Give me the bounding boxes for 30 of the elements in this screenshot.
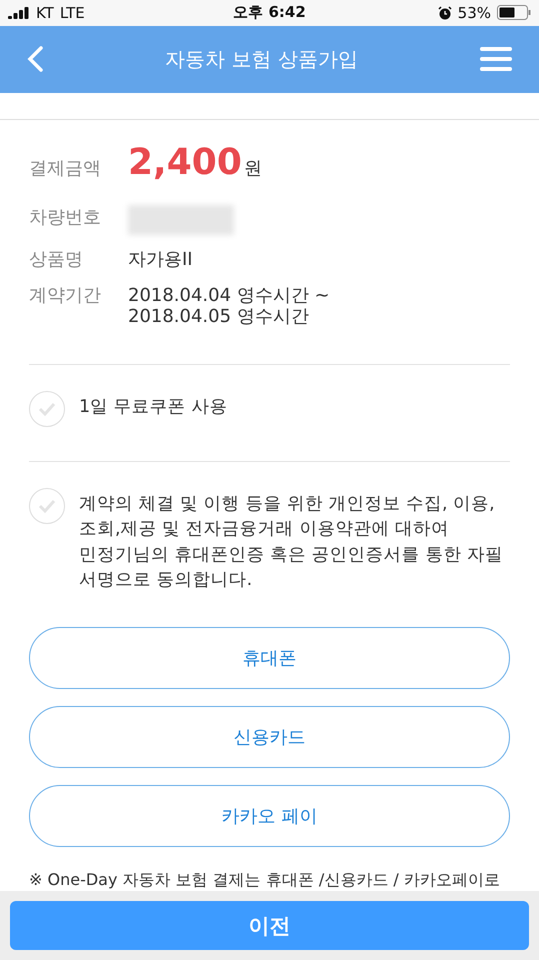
previous-button[interactable]: 이전 — [10, 901, 529, 950]
option-label: 1일 무료쿠폰 사용 — [79, 396, 228, 419]
contract-period-line: 2018.04.04 영수시간 ~ — [128, 284, 331, 306]
payment-note: ※ One-Day 자동차 보험 결제는 휴대폰 /신용카드 / 카카오페이로 — [29, 870, 501, 892]
clock-time: 오후 6:42 — [233, 3, 306, 22]
option-label: 계약의 체결 및 이행 등을 위한 개인정보 수집, 이용, 조회,제공 및 전자금융거래 이용약관에 대하여 민정기님의 휴대폰인증 혹은 공인인증서를 통한 자필 서명으로 동의합니다. — [79, 492, 504, 592]
field-label: 결제금액 — [29, 156, 102, 180]
payment-method-button[interactable]: 휴대폰 — [29, 627, 510, 690]
field-value: 자가용II — [128, 248, 194, 270]
checkbox[interactable] — [29, 390, 65, 427]
battery-icon — [497, 5, 532, 20]
field-label: 차량번호 — [29, 206, 102, 229]
checkmark-icon — [38, 498, 56, 513]
carrier-text: KT — [36, 4, 54, 22]
field-label: 상품명 — [29, 248, 84, 271]
payment-method-button[interactable]: 카카오 페이 — [29, 785, 510, 848]
menu-button[interactable] — [479, 46, 513, 72]
currency-unit: 원 — [244, 156, 262, 180]
payment-amount: 2,400 — [128, 142, 242, 183]
payment-method-button[interactable]: 신용카드 — [29, 706, 510, 768]
contract-period-line: 2018.04.05 영수시간 — [128, 306, 310, 328]
checkbox[interactable] — [29, 488, 65, 524]
checkmark-icon — [38, 402, 56, 416]
back-button[interactable] — [26, 45, 44, 74]
alarm-icon — [438, 6, 452, 20]
battery-percent: 53% — [458, 4, 492, 22]
network-text: LTE — [60, 4, 85, 22]
signal-icon — [8, 6, 30, 19]
field-label: 계약기간 — [29, 284, 102, 307]
page-title: 자동차 보험 상품가입 — [165, 46, 358, 73]
